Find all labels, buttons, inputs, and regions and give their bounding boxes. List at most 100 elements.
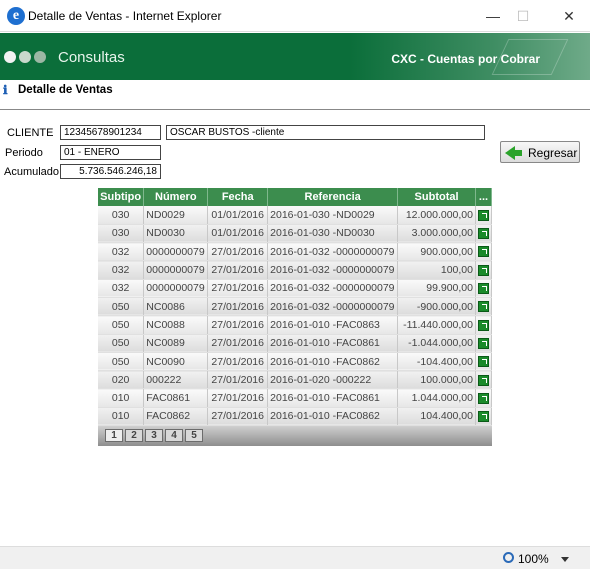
zoom-dropdown-icon[interactable] bbox=[561, 557, 569, 562]
table-cell: 0000000079 bbox=[143, 242, 209, 262]
table-cell: 010 bbox=[98, 388, 145, 408]
col-actions: ... bbox=[475, 188, 493, 206]
col-subtipo[interactable]: Subtipo bbox=[98, 188, 145, 206]
open-detail-icon[interactable] bbox=[477, 356, 489, 368]
open-detail-icon[interactable] bbox=[477, 246, 489, 258]
table-cell: 2016-01-032 -0000000079 bbox=[267, 242, 399, 262]
table-cell: 27/01/2016 bbox=[207, 315, 269, 335]
table-cell: ND0029 bbox=[143, 206, 209, 225]
table-row[interactable]: 030 ND0030 01/01/2016 2016-01-030 -ND0030 3.… bbox=[98, 224, 493, 244]
table-cell: 27/01/2016 bbox=[207, 407, 269, 427]
row-action-cell bbox=[475, 388, 493, 408]
open-detail-icon[interactable] bbox=[477, 411, 489, 423]
open-detail-icon[interactable] bbox=[477, 228, 489, 240]
table-row[interactable]: 032 0000000079 27/01/2016 2016-01-032 -0000… bbox=[98, 260, 493, 280]
open-detail-icon[interactable] bbox=[477, 209, 489, 221]
zoom-icon[interactable] bbox=[503, 552, 514, 563]
table-cell: 010 bbox=[98, 407, 145, 427]
row-action-cell bbox=[475, 279, 493, 298]
page-4-button[interactable]: 4 bbox=[165, 429, 183, 442]
table-row[interactable]: 010 FAC0861 27/01/2016 2016-01-010 -FAC0861… bbox=[98, 388, 493, 408]
cliente-name-field[interactable]: OSCAR BUSTOS -cliente bbox=[166, 125, 485, 140]
table-cell: 030 bbox=[98, 206, 145, 225]
col-fecha[interactable]: Fecha bbox=[207, 188, 269, 206]
acumulado-field[interactable]: 5.736.546.246,18 bbox=[60, 164, 161, 179]
banner-left-title: Consultas bbox=[58, 49, 125, 66]
page-2-button[interactable]: 2 bbox=[125, 429, 143, 442]
table-cell: 01/01/2016 bbox=[207, 206, 269, 225]
open-detail-icon[interactable] bbox=[477, 264, 489, 276]
table-row[interactable]: 020 000222 27/01/2016 2016-01-020 -000222 10… bbox=[98, 370, 493, 390]
section-header: ℹ Detalle de Ventas bbox=[0, 82, 590, 110]
table-cell: 27/01/2016 bbox=[207, 260, 269, 280]
cliente-code-field[interactable]: 12345678901234 bbox=[60, 125, 161, 140]
table-row[interactable]: 032 0000000079 27/01/2016 2016-01-032 -0000… bbox=[98, 242, 493, 262]
pager: 1 2 3 4 5 bbox=[98, 426, 492, 446]
table-row[interactable]: 050 NC0089 27/01/2016 2016-01-010 -FAC0861-… bbox=[98, 334, 493, 353]
app-banner: Consultas CXC - Cuentas por Cobrar bbox=[0, 33, 590, 80]
table-cell: 050 bbox=[98, 297, 145, 317]
open-detail-icon[interactable] bbox=[477, 283, 489, 295]
page-5-button[interactable]: 5 bbox=[185, 429, 203, 442]
table-cell: 050 bbox=[98, 352, 145, 372]
open-detail-icon[interactable] bbox=[477, 319, 489, 331]
open-detail-icon[interactable] bbox=[477, 392, 489, 404]
table-cell: 900.000,00 bbox=[397, 242, 476, 262]
table-row[interactable]: 030 ND0029 01/01/2016 2016-01-030 -ND0029 12… bbox=[98, 206, 493, 225]
col-referencia[interactable]: Referencia bbox=[267, 188, 399, 206]
table-cell: 2016-01-010 -FAC0861 bbox=[267, 388, 399, 408]
row-action-cell bbox=[475, 242, 493, 262]
table-cell: NC0089 bbox=[143, 334, 209, 353]
banner-dots-icon bbox=[4, 51, 49, 66]
table-cell: NC0086 bbox=[143, 297, 209, 317]
table-cell: 3.000.000,00 bbox=[397, 224, 476, 244]
table-cell: 2016-01-010 -FAC0862 bbox=[267, 352, 399, 372]
table-cell: -11.440.000,00 bbox=[397, 315, 476, 335]
table-cell: FAC0862 bbox=[143, 407, 209, 427]
section-title: Detalle de Ventas bbox=[18, 84, 113, 96]
table-cell: 27/01/2016 bbox=[207, 370, 269, 390]
table-cell: 27/01/2016 bbox=[207, 334, 269, 353]
table-row[interactable]: 010 FAC0862 27/01/2016 2016-01-010 -FAC0862… bbox=[98, 407, 493, 427]
page-3-button[interactable]: 3 bbox=[145, 429, 163, 442]
col-subtotal[interactable]: Subtotal bbox=[397, 188, 476, 206]
info-icon: ℹ bbox=[3, 83, 8, 97]
table-cell: 2016-01-030 -ND0029 bbox=[267, 206, 399, 225]
open-detail-icon[interactable] bbox=[477, 301, 489, 313]
zoom-level[interactable]: 100% bbox=[518, 552, 549, 566]
table-cell: 2016-01-020 -000222 bbox=[267, 370, 399, 390]
table-cell: 27/01/2016 bbox=[207, 297, 269, 317]
table-cell: 100,00 bbox=[397, 260, 476, 280]
row-action-cell bbox=[475, 224, 493, 244]
banner-right-title: CXC - Cuentas por Cobrar bbox=[391, 52, 540, 66]
table-row[interactable]: 050 NC0086 27/01/2016 2016-01-032 -00000000… bbox=[98, 297, 493, 317]
cliente-label: CLIENTE bbox=[7, 127, 54, 139]
status-bar: 100% bbox=[0, 546, 590, 569]
table-cell: -1.044.000,00 bbox=[397, 334, 476, 353]
table-cell: 2016-01-032 -0000000079 bbox=[267, 297, 399, 317]
open-detail-icon[interactable] bbox=[477, 337, 489, 349]
regresar-button[interactable]: Regresar bbox=[500, 141, 580, 163]
table-cell: 2016-01-010 -FAC0862 bbox=[267, 407, 399, 427]
ventas-table: Subtipo Número Fecha Referencia Subtotal… bbox=[98, 188, 493, 427]
periodo-field[interactable]: 01 - ENERO bbox=[60, 145, 161, 160]
col-numero[interactable]: Número bbox=[143, 188, 209, 206]
table-cell: -104.400,00 bbox=[397, 352, 476, 372]
maximize-button[interactable]: ☐ bbox=[506, 5, 540, 27]
periodo-label: Periodo bbox=[5, 147, 43, 159]
minimize-button[interactable]: — bbox=[476, 5, 510, 27]
table-row[interactable]: 050 NC0088 27/01/2016 2016-01-010 -FAC0863-… bbox=[98, 315, 493, 335]
close-button[interactable]: ✕ bbox=[552, 5, 586, 27]
row-action-cell bbox=[475, 407, 493, 427]
table-cell: 27/01/2016 bbox=[207, 279, 269, 298]
table-cell: 050 bbox=[98, 315, 145, 335]
open-detail-icon[interactable] bbox=[477, 374, 489, 386]
table-row[interactable]: 032 0000000079 27/01/2016 2016-01-032 -0000… bbox=[98, 279, 493, 298]
table-row[interactable]: 050 NC0090 27/01/2016 2016-01-010 -FAC0862-… bbox=[98, 352, 493, 372]
row-action-cell bbox=[475, 260, 493, 280]
page-1-button[interactable]: 1 bbox=[105, 429, 123, 442]
table-cell: ND0030 bbox=[143, 224, 209, 244]
row-action-cell bbox=[475, 334, 493, 353]
table-cell: 030 bbox=[98, 224, 145, 244]
table-cell: 01/01/2016 bbox=[207, 224, 269, 244]
